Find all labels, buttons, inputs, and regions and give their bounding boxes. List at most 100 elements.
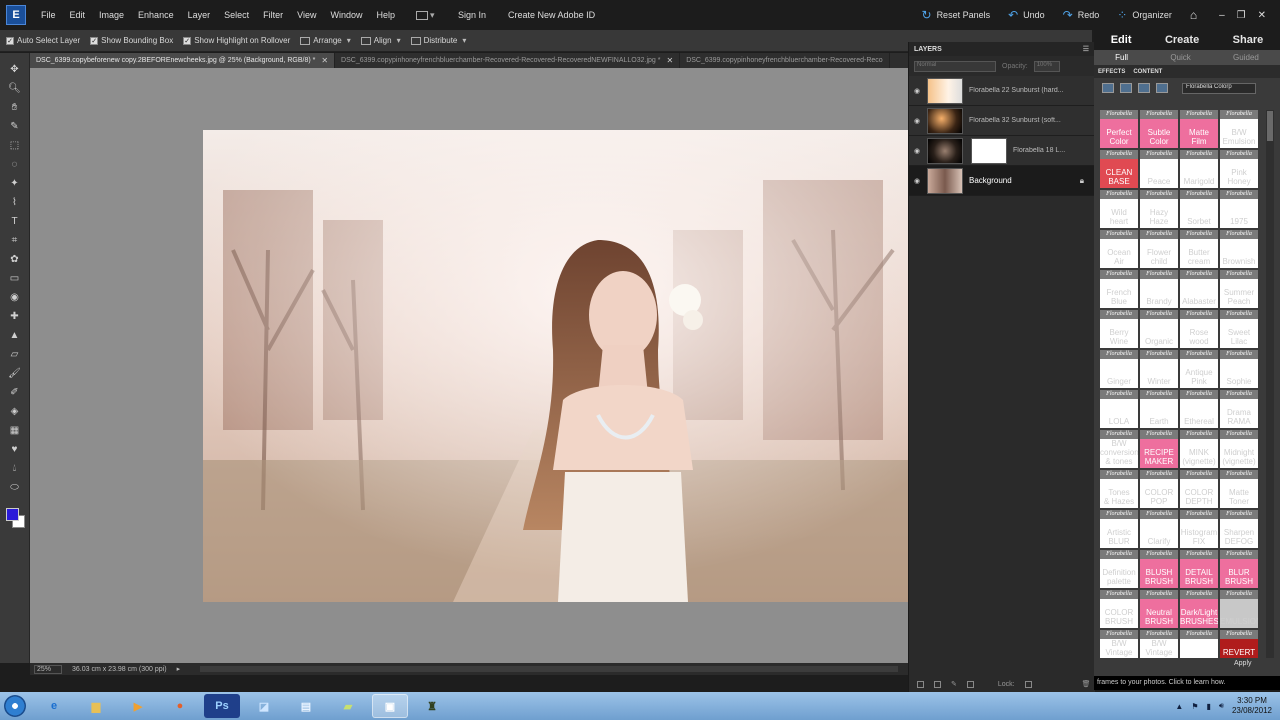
- brush-tool-icon[interactable]: 🖌︎: [6, 365, 24, 381]
- straighten-tool-icon[interactable]: ▭: [6, 270, 24, 286]
- effect-thumbnail[interactable]: Florabella Perfect Color: [1100, 110, 1138, 148]
- effect-thumbnail[interactable]: Florabella Definition palette: [1100, 550, 1138, 588]
- effect-thumbnail[interactable]: Florabella BLUSH BRUSH: [1140, 550, 1178, 588]
- effect-thumbnail[interactable]: Florabella Tones & Hazes: [1100, 470, 1138, 508]
- menu-help[interactable]: Help: [369, 0, 402, 30]
- visibility-eye-icon[interactable]: ◉: [909, 87, 925, 95]
- tab-share[interactable]: Share: [1233, 34, 1264, 46]
- effect-thumbnail[interactable]: FlorabellaB/W Vintage Film: [1100, 630, 1138, 658]
- close-icon[interactable]: ✕: [321, 56, 328, 65]
- effect-thumbnail[interactable]: Florabella Brownish: [1220, 230, 1258, 268]
- eraser-tool-icon[interactable]: ▱: [6, 346, 24, 362]
- effect-thumbnail[interactable]: Florabella Ethereal: [1180, 390, 1218, 428]
- delete-layer-icon[interactable]: 🗑︎: [1082, 680, 1091, 688]
- effect-thumbnail[interactable]: Florabella Clarify: [1140, 510, 1178, 548]
- effect-thumbnail[interactable]: Florabella CLEAN BASE: [1100, 150, 1138, 188]
- effect-thumbnail[interactable]: Florabella Hazy Haze: [1140, 190, 1178, 228]
- workspace-layout-button[interactable]: ▾: [416, 8, 438, 22]
- close-icon[interactable]: ✕: [667, 56, 674, 65]
- effect-thumbnail[interactable]: Florabella Sorbet: [1180, 190, 1218, 228]
- marquee-tool-icon[interactable]: ⬚: [6, 137, 24, 153]
- tab-full[interactable]: Full: [1115, 53, 1128, 62]
- zoom-level-field[interactable]: 25%: [34, 664, 62, 674]
- eyedropper-tool-icon[interactable]: ✎: [6, 118, 24, 134]
- effect-thumbnail[interactable]: Florabella Rose wood: [1180, 310, 1218, 348]
- effect-thumbnail[interactable]: Florabella MINK (vignette): [1180, 430, 1218, 468]
- effect-thumbnail[interactable]: FlorabellaB/W conversions & tones: [1100, 430, 1138, 468]
- apply-button[interactable]: Apply: [1234, 660, 1252, 667]
- effect-thumbnail[interactable]: Florabella DETAIL BRUSH: [1180, 550, 1218, 588]
- effect-thumbnail[interactable]: Florabella Ginger: [1100, 350, 1138, 388]
- horizontal-scrollbar[interactable]: [200, 666, 898, 672]
- effect-thumbnail[interactable]: Florabella Alabaster: [1180, 270, 1218, 308]
- taskbar-photoshop-elements[interactable]: ▣: [372, 694, 408, 718]
- crop-tool-icon[interactable]: ⌗: [6, 232, 24, 248]
- align-dropdown[interactable]: Align: [360, 36, 401, 45]
- effect-thumbnail[interactable]: Florabella Matte Film: [1180, 110, 1218, 148]
- taskbar-monitor[interactable]: ▤: [288, 694, 324, 718]
- effect-thumbnail[interactable]: Florabella Sweet Lilac: [1220, 310, 1258, 348]
- lasso-tool-icon[interactable]: ◌: [6, 156, 24, 172]
- taskbar-firefox[interactable]: ●: [162, 694, 198, 718]
- effect-thumbnail[interactable]: Florabella French Blue: [1100, 270, 1138, 308]
- effect-thumbnail[interactable]: Florabella Summer Peach: [1220, 270, 1258, 308]
- paint-bucket-tool-icon[interactable]: ◈: [6, 403, 24, 419]
- selection-brush-tool-icon[interactable]: ⌇: [6, 194, 24, 210]
- blur-tool-icon[interactable]: 💧︎: [6, 460, 24, 476]
- distribute-dropdown[interactable]: Distribute: [410, 36, 467, 45]
- type-tool-icon[interactable]: T: [6, 213, 24, 229]
- tab-quick[interactable]: Quick: [1170, 53, 1190, 62]
- tab-content[interactable]: CONTENT: [1133, 69, 1162, 75]
- effect-thumbnail[interactable]: Florabella LOLA: [1100, 390, 1138, 428]
- effect-thumbnail[interactable]: Florabella Marigold: [1180, 150, 1218, 188]
- layer-mask-thumbnail[interactable]: [971, 137, 1007, 164]
- effect-thumbnail[interactable]: Florabella Antique Pink: [1180, 350, 1218, 388]
- hand-tool-icon[interactable]: ✋︎: [6, 99, 24, 115]
- clock[interactable]: 3:30 PM 23/08/2012: [1232, 696, 1272, 716]
- arrange-dropdown[interactable]: Arrange: [300, 36, 350, 45]
- menu-filter[interactable]: Filter: [256, 0, 290, 30]
- menu-window[interactable]: Window: [323, 0, 369, 30]
- effect-thumbnail[interactable]: Florabella Butter cream: [1180, 230, 1218, 268]
- menu-select[interactable]: Select: [217, 0, 256, 30]
- tray-flag-icon[interactable]: ⚑: [1191, 702, 1198, 711]
- menu-image[interactable]: Image: [92, 0, 131, 30]
- doc-tab-1[interactable]: DSC_6399.copybeforenew copy.2BEFOREnewch…: [30, 53, 336, 68]
- effect-thumbnail[interactable]: Florabella COLOR DEPTH: [1180, 470, 1218, 508]
- minimize-icon[interactable]: –: [1219, 10, 1225, 21]
- effect-thumbnail[interactable]: Florabella COLOR POP: [1140, 470, 1178, 508]
- create-adobe-id-link[interactable]: Create New Adobe ID: [508, 10, 595, 20]
- organizer-button[interactable]: ⁘ Organizer: [1117, 8, 1172, 22]
- menu-view[interactable]: View: [290, 0, 323, 30]
- foreground-color-swatch[interactable]: [5, 508, 19, 521]
- tab-create[interactable]: Create: [1165, 34, 1199, 46]
- effect-thumbnail[interactable]: Florabella Artistic BLUR: [1100, 510, 1138, 548]
- scroll-thumb[interactable]: [1267, 111, 1273, 141]
- magic-wand-tool-icon[interactable]: ✦: [6, 175, 24, 191]
- zoom-tool-icon[interactable]: 🔍︎: [6, 80, 24, 96]
- restore-icon[interactable]: ❐: [1237, 10, 1246, 21]
- taskbar-folder[interactable]: ▆: [78, 694, 114, 718]
- effect-thumbnail[interactable]: Florabella Winter: [1140, 350, 1178, 388]
- menu-layer[interactable]: Layer: [181, 0, 218, 30]
- effect-thumbnail[interactable]: Florabella Subtle Color: [1140, 110, 1178, 148]
- effect-thumbnail[interactable]: Florabella Histogram FIX: [1180, 510, 1218, 548]
- doc-tab-3[interactable]: DSC_6399.copypinhoneyfrenchbluerchamber-…: [680, 53, 890, 68]
- healing-brush-tool-icon[interactable]: ✚: [6, 308, 24, 324]
- undo-button[interactable]: ↶ Undo: [1008, 8, 1045, 22]
- panel-menu-icon[interactable]: ☰: [1083, 45, 1089, 53]
- effect-thumbnail[interactable]: Florabella Drama RAMA: [1220, 390, 1258, 428]
- effect-thumbnail[interactable]: Florabella Sophie: [1220, 350, 1258, 388]
- home-icon[interactable]: ⌂: [1190, 8, 1197, 22]
- opacity-field[interactable]: 100%: [1033, 60, 1060, 72]
- taskbar-photoshop[interactable]: Ps: [204, 694, 240, 718]
- effect-thumbnail[interactable]: Florabella FLATTEN: [1180, 630, 1218, 658]
- tray-volume-icon[interactable]: 🔊︎: [1219, 701, 1224, 711]
- smart-brush-tool-icon[interactable]: ✐: [6, 384, 24, 400]
- effect-thumbnail[interactable]: Florabella EMULSION: [1220, 590, 1258, 628]
- taskbar-docs[interactable]: ▰: [330, 694, 366, 718]
- taskbar-ie[interactable]: e: [36, 694, 72, 718]
- brush-icon[interactable]: ✎: [951, 680, 957, 688]
- move-tool-icon[interactable]: ✥: [6, 61, 24, 77]
- clone-stamp-tool-icon[interactable]: ▲: [6, 327, 24, 343]
